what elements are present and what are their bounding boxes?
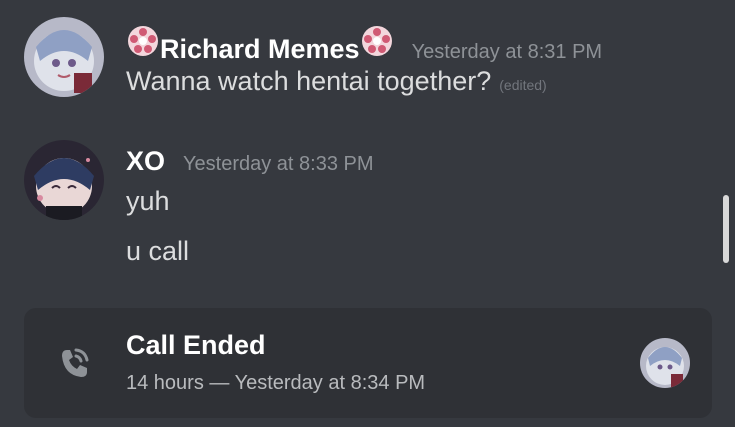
avatar[interactable] <box>640 338 690 388</box>
call-meta: 14 hours — Yesterday at 8:34 PM <box>126 372 426 394</box>
call-title: Call Ended <box>126 330 266 360</box>
message-header: XO Yesterday at 8:33 PM <box>126 146 374 177</box>
message-header: Richard Memes Yesterday at 8:31 PM <box>126 24 602 65</box>
call-ended-card: Call Ended 14 hours — Yesterday at 8:34 … <box>24 308 712 418</box>
phone-ended-icon <box>52 342 96 386</box>
message-text: Wanna watch hentai together? <box>126 66 492 96</box>
username[interactable]: XO <box>126 146 165 177</box>
timestamp: Yesterday at 8:31 PM <box>411 41 603 63</box>
chat-area: Richard Memes Yesterday at 8:31 PM Wanna… <box>0 0 735 427</box>
avatar[interactable] <box>24 140 104 220</box>
sakura-badge-icon <box>360 24 394 58</box>
message-text: yuh <box>126 186 170 216</box>
timestamp: Yesterday at 8:33 PM <box>183 153 374 175</box>
avatar[interactable] <box>24 17 104 97</box>
scrollbar[interactable] <box>723 195 729 263</box>
edited-label: (edited) <box>499 77 547 93</box>
message-text: u call <box>126 236 190 266</box>
sakura-badge-icon <box>126 24 160 58</box>
username[interactable]: Richard Memes <box>160 34 360 65</box>
message-content: Wanna watch hentai together? (edited) <box>126 66 547 97</box>
